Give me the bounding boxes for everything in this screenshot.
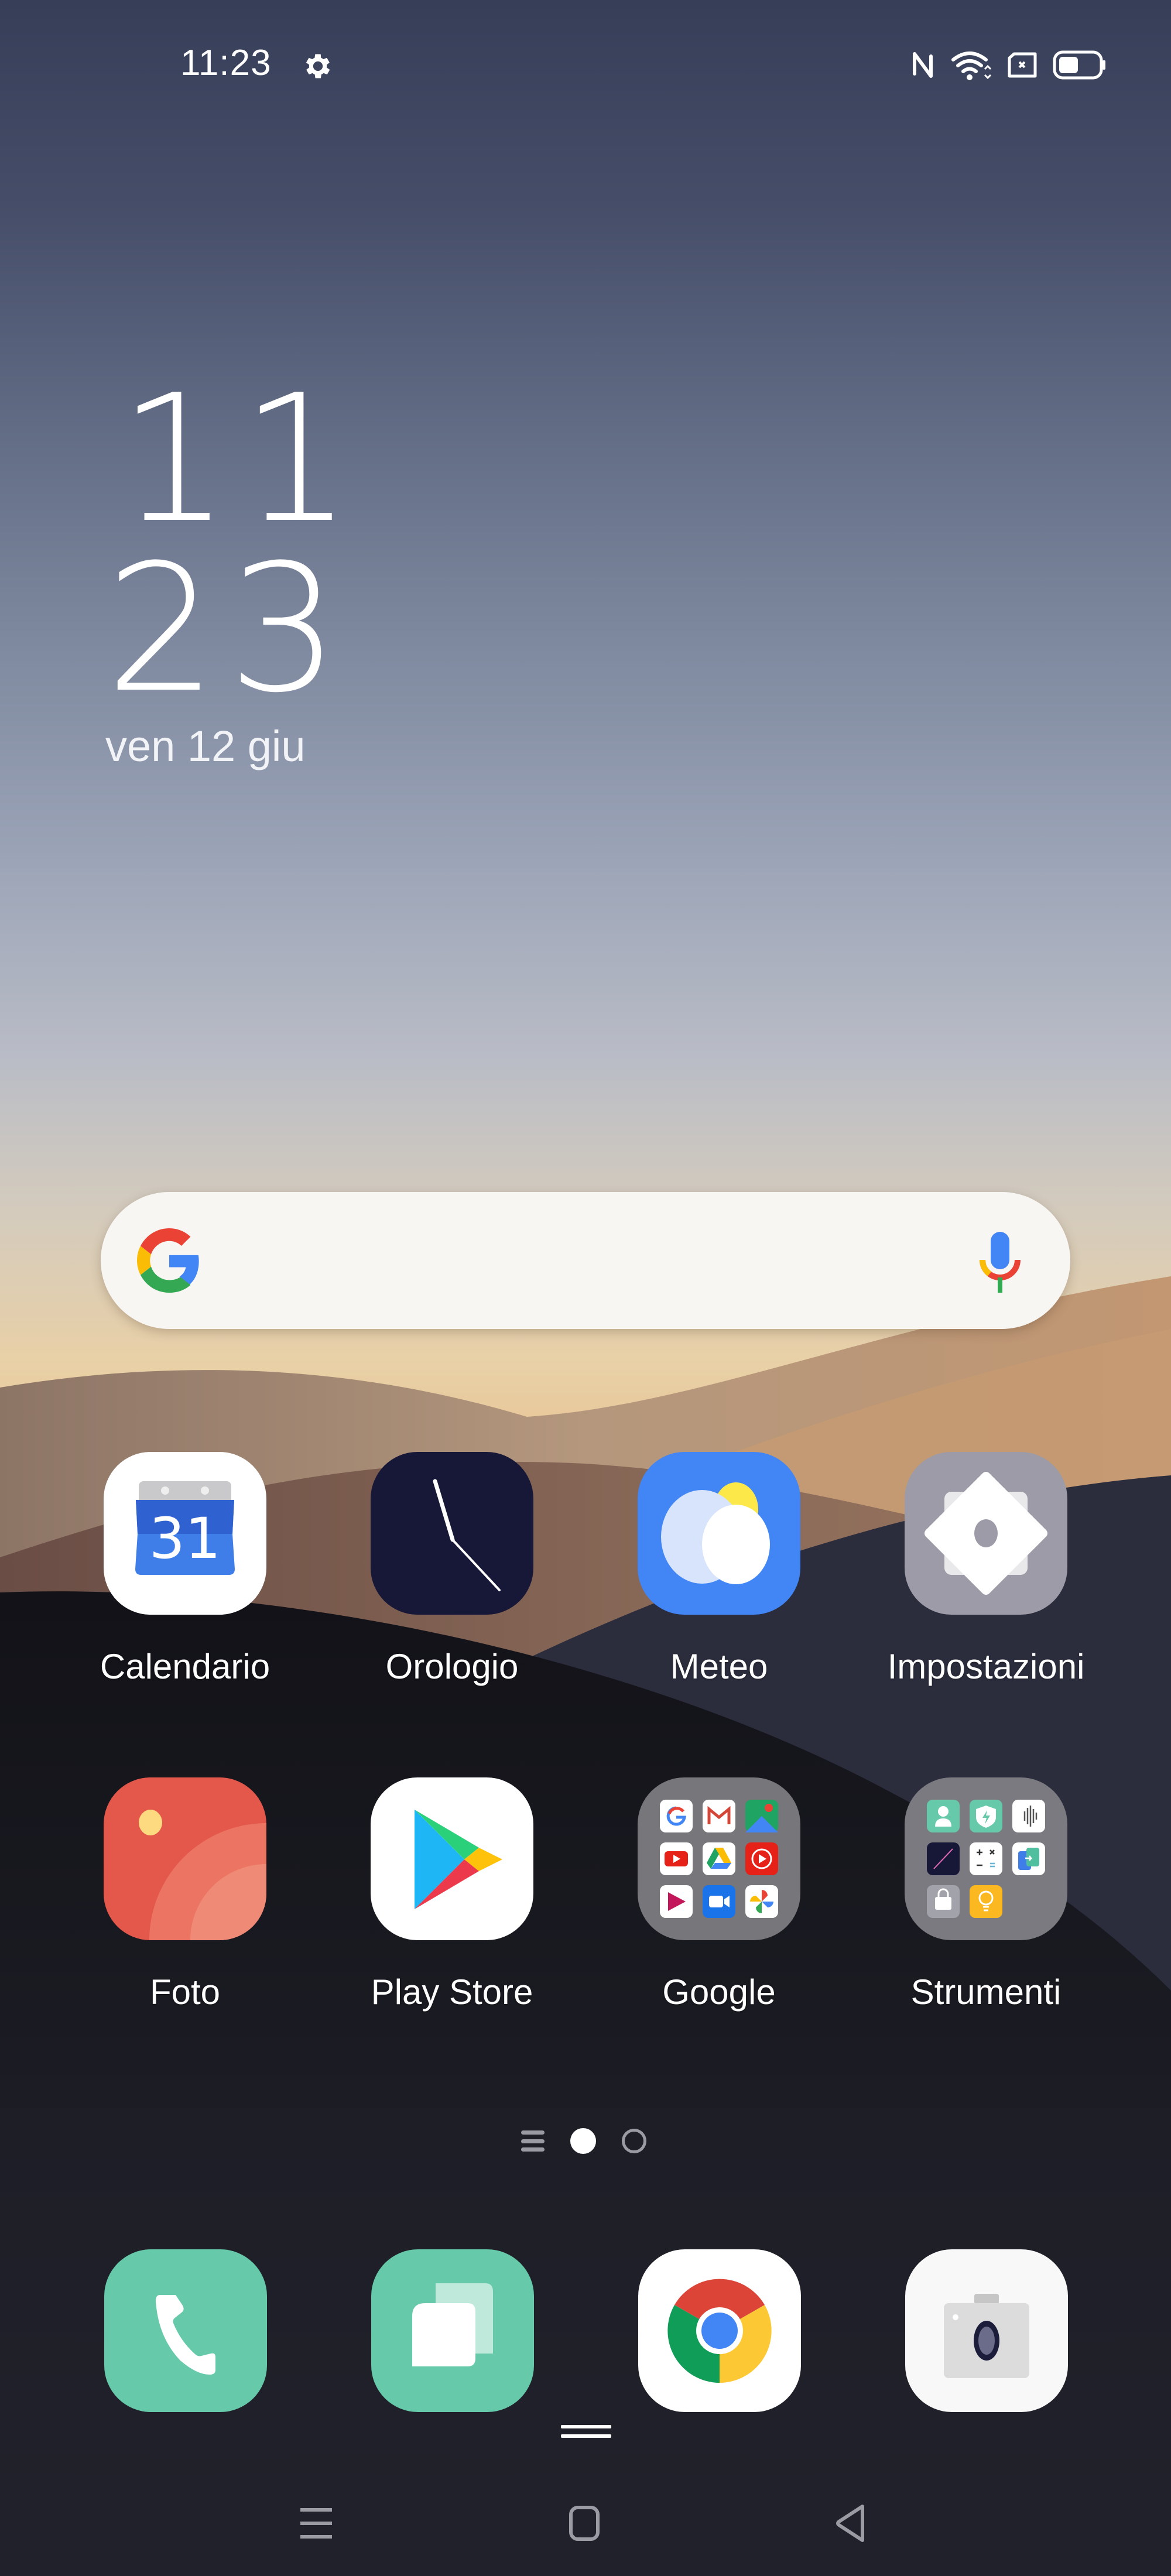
back-button[interactable] (822, 2494, 881, 2553)
dock-phone[interactable] (104, 2249, 267, 2412)
navigation-bar (0, 2471, 1171, 2576)
microphone-icon[interactable] (977, 1232, 1023, 1293)
dock-camera[interactable] (905, 2249, 1068, 2412)
maps-icon (745, 1800, 778, 1832)
folder-icon (638, 1777, 800, 1940)
app-label: Strumenti (910, 1972, 1062, 2012)
status-time: 11:23 (180, 43, 272, 83)
battery-icon (1053, 50, 1105, 80)
calendar-day: 31 (149, 1506, 221, 1571)
clock-icon (371, 1452, 533, 1615)
app-orologio[interactable]: Orologio (329, 1452, 575, 1687)
recents-icon (300, 2508, 332, 2539)
app-impostazioni[interactable]: Impostazioni (863, 1452, 1109, 1687)
wifi-icon (951, 52, 992, 80)
compass-icon (927, 1842, 960, 1875)
play-movies-icon (660, 1885, 693, 1918)
app-calendario[interactable]: 31 Calendario (62, 1452, 308, 1687)
folder-strumenti[interactable]: Strumenti (863, 1777, 1109, 2012)
clock-hours: 11 (118, 357, 363, 561)
settings-gear-icon (306, 54, 330, 78)
google-photos-icon (745, 1885, 778, 1918)
play-store-icon (371, 1777, 533, 1940)
google-g-icon (137, 1228, 199, 1293)
google-icon (660, 1800, 693, 1832)
calendar-icon: 31 (104, 1452, 266, 1615)
youtube-icon (660, 1842, 693, 1875)
messages-icon (412, 2283, 493, 2366)
back-icon (836, 2505, 864, 2542)
gmail-icon (703, 1800, 735, 1832)
app-label: Impostazioni (887, 1647, 1085, 1686)
drive-icon (703, 1842, 735, 1875)
tips-icon (970, 1885, 1002, 1918)
app-foto[interactable]: Foto (62, 1777, 308, 2012)
youtube-music-icon (745, 1842, 778, 1875)
app-label: Foto (149, 1972, 221, 2012)
phone-icon (156, 2295, 215, 2375)
dock-messages[interactable] (371, 2249, 534, 2412)
clone-phone-icon (1012, 1842, 1045, 1875)
calculator-icon (970, 1842, 1002, 1875)
page-dot-1[interactable] (570, 2128, 596, 2154)
dock-chrome[interactable] (638, 2249, 801, 2412)
page-dot-2[interactable] (622, 2129, 646, 2153)
app-label: Meteo (670, 1647, 768, 1686)
chrome-icon (667, 2279, 772, 2383)
camera-icon (944, 2294, 1029, 2378)
drawer-handle[interactable] (561, 2425, 611, 2440)
settings-icon (905, 1452, 1067, 1615)
app-label: Play Store (371, 1972, 533, 2012)
folder-icon (905, 1777, 1067, 1940)
clock-widget[interactable]: 11 23 ven 12 giu (105, 357, 363, 771)
app-meteo[interactable]: Meteo (596, 1452, 842, 1687)
app-market-icon (927, 1885, 960, 1918)
page-indicator (521, 2128, 646, 2154)
app-label: Orologio (385, 1647, 519, 1686)
home-icon (569, 2506, 600, 2541)
recorder-icon (1012, 1800, 1045, 1832)
folder-google[interactable]: Google (596, 1777, 842, 2012)
photos-icon (104, 1777, 266, 1940)
recents-button[interactable] (287, 2494, 345, 2553)
duo-icon (703, 1885, 735, 1918)
google-search-bar[interactable] (101, 1192, 1070, 1329)
app-label: Calendario (100, 1647, 271, 1686)
no-sim-icon (1008, 52, 1037, 78)
nfc-icon (913, 52, 933, 78)
clock-minutes: 23 (105, 527, 350, 731)
status-bar: 11:23 (0, 0, 1171, 129)
weather-icon (638, 1452, 800, 1615)
app-play-store[interactable]: Play Store (329, 1777, 575, 2012)
home-button[interactable] (555, 2494, 614, 2553)
app-drawer-list-icon[interactable] (521, 2130, 545, 2152)
contacts-icon (927, 1800, 960, 1832)
status-icons (910, 49, 1107, 81)
app-label: Google (662, 1972, 776, 2012)
phone-manager-icon (970, 1800, 1002, 1832)
